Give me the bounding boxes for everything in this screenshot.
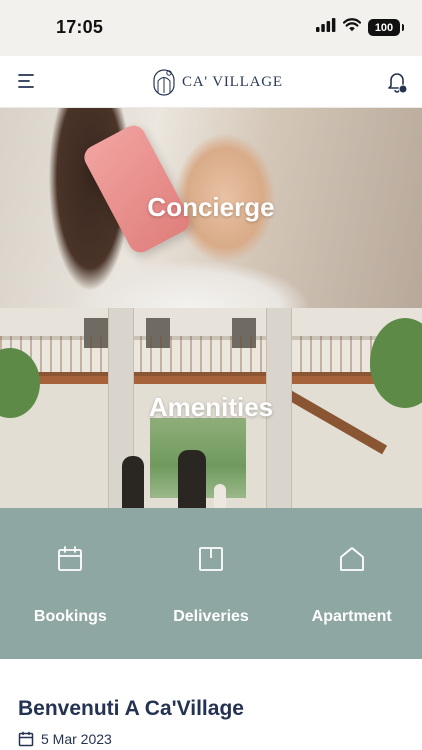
- concierge-photo: [80, 121, 194, 257]
- bookings-label: Bookings: [33, 608, 107, 625]
- deliveries-button[interactable]: Deliveries: [141, 508, 282, 659]
- person-figure: [178, 450, 206, 508]
- menu-button[interactable]: [16, 70, 38, 92]
- notifications-button[interactable]: [386, 70, 408, 94]
- welcome-date-text: 5 Mar 2023: [41, 731, 112, 747]
- app-header: CA' VILLAGE: [0, 56, 422, 108]
- battery-icon: 100: [368, 19, 404, 36]
- calendar-icon: [58, 546, 83, 571]
- package-icon: [199, 547, 223, 571]
- deliveries-label: Deliveries: [173, 608, 249, 625]
- bookings-button[interactable]: Bookings: [0, 508, 141, 659]
- person-figure: [122, 456, 144, 508]
- balcony-railing: [0, 336, 422, 376]
- concierge-label: Concierge: [147, 192, 275, 222]
- bell-icon: [388, 73, 408, 94]
- quick-actions: Bookings Deliveries Apartment: [0, 508, 422, 659]
- logo-icon: [153, 69, 175, 96]
- person-figure: [214, 484, 226, 508]
- home-icon: [339, 547, 364, 571]
- wifi-icon: [342, 18, 362, 37]
- calendar-icon: [18, 731, 34, 747]
- amenities-label: Amenities: [148, 392, 274, 422]
- app-logo[interactable]: CA' VILLAGE: [152, 67, 283, 97]
- apartment-label: Apartment: [311, 608, 392, 625]
- welcome-title: Benvenuti A Ca'Village: [18, 697, 244, 720]
- amenities-tile[interactable]: Amenities: [0, 308, 422, 508]
- signal-icon: [316, 18, 336, 37]
- battery-level: 100: [374, 21, 394, 34]
- menu-icon: [18, 74, 34, 88]
- status-time: 17:05: [56, 17, 104, 37]
- welcome-date: 5 Mar 2023: [18, 731, 112, 747]
- logo-text: CA' VILLAGE: [182, 73, 283, 90]
- welcome-section: Benvenuti A Ca'Village 5 Mar 2023: [0, 659, 422, 750]
- notification-dot: [398, 84, 408, 94]
- apartment-button[interactable]: Apartment: [281, 508, 422, 659]
- status-bar: 17:05 100: [0, 0, 422, 56]
- concierge-tile[interactable]: Concierge: [0, 108, 422, 308]
- status-icons: 100: [316, 18, 404, 37]
